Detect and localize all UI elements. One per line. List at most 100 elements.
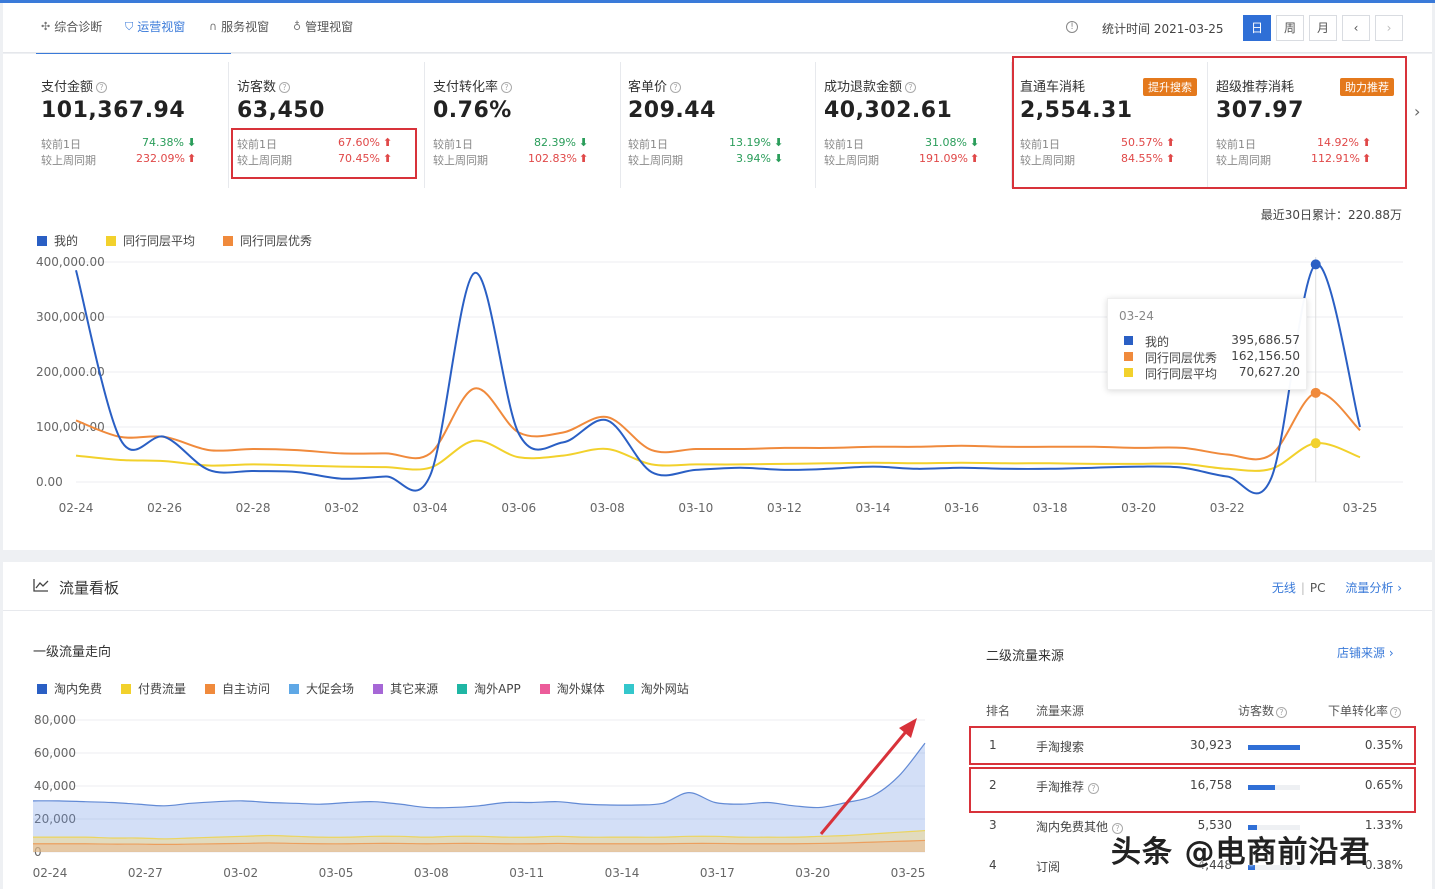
highlight-row-recommend (969, 767, 1416, 813)
info-icon[interactable]: ! (1066, 21, 1078, 33)
x-tick-label: 03-20 (795, 866, 830, 880)
x-tick-label: 03-17 (700, 866, 735, 880)
wireless-link[interactable]: 无线 (1272, 581, 1296, 595)
row-source-label: 淘内免费其他 (1036, 820, 1109, 834)
x-tick-label: 03-16 (944, 501, 979, 515)
x-tick-label: 02-24 (59, 501, 94, 515)
tooltip-series-value: 162,156.50 (1231, 349, 1300, 363)
x-tick-label: 02-24 (33, 866, 68, 880)
row-conversion: 0.38% (1364, 858, 1403, 872)
tooltip-series-value: 395,686.57 (1231, 333, 1300, 347)
x-tick-label: 03-06 (501, 501, 536, 515)
x-tick-label: 03-12 (767, 501, 802, 515)
col-visitors-label: 访客数 (1238, 704, 1275, 718)
shield-icon: ⛉ (125, 19, 134, 33)
tooltip-swatch (1124, 368, 1133, 377)
prev-date-button[interactable]: ‹ (1342, 15, 1370, 41)
y-tick-label: 400,000.00 (36, 255, 105, 269)
period-week-button[interactable]: 周 (1276, 15, 1304, 41)
help-icon[interactable]: ? (1276, 707, 1288, 718)
series-line[interactable] (75, 387, 1361, 461)
traffic-panel: 流量看板 无线 | PC 流量分析 › 一级流量走向 淘内免费 付费流量 自主访问 大促会… (3, 562, 1432, 889)
row-source: 订阅 (1036, 858, 1060, 875)
shop-source-link[interactable]: 店铺来源 › (1337, 644, 1394, 661)
col-source: 流量来源 (1036, 704, 1085, 718)
x-tick-label: 03-11 (509, 866, 544, 880)
x-tick-label: 03-18 (1033, 501, 1068, 515)
x-tick-label: 03-08 (590, 501, 625, 515)
row-source-label: 订阅 (1036, 860, 1061, 874)
traffic-links: 无线 | PC 流量分析 › (1272, 579, 1402, 596)
x-tick-label: 03-14 (605, 866, 640, 880)
row-rank: 4 (989, 858, 997, 872)
next-date-button[interactable]: › (1375, 15, 1403, 41)
x-tick-label: 03-08 (414, 866, 449, 880)
annotation-arrow-icon (819, 718, 917, 835)
tooltip-row: 同行同层优秀 162,156.50 (1124, 349, 1300, 365)
watermark: 头条 @电商前沿君 (1111, 835, 1371, 870)
hover-point (1310, 438, 1321, 449)
tab-service[interactable]: ∩ 服务视窗 (209, 18, 269, 35)
y-tick-label: 200,000.00 (36, 365, 105, 379)
tooltip-series-name: 我的 (1145, 335, 1170, 349)
x-tick-label: 03-02 (223, 866, 258, 880)
x-tick-label: 03-02 (324, 501, 359, 515)
series-area[interactable] (33, 743, 925, 852)
headset-icon: ∩ (209, 20, 218, 33)
help-icon[interactable]: ? (1390, 707, 1402, 718)
diagnosis-icon: ✣ (41, 20, 51, 33)
tab-diagnosis-label: 综合诊断 (54, 20, 103, 34)
traffic-area-chart: 80,00060,00040,00020,000002-2402-2703-02… (33, 713, 926, 880)
tab-operations[interactable]: ⛉ 运营视窗 (125, 18, 185, 35)
tooltip-series-name: 同行同层优秀 (1145, 351, 1218, 365)
kpi-panel: 支付金额? 101,367.94 较前1日 74.38% ⬇ 较上周同期 232.09% ⬆ 访… (3, 54, 1432, 550)
row-source: 淘内免费其他? (1036, 818, 1124, 835)
x-tick-label: 02-27 (128, 866, 163, 880)
main-line-chart: 400,000.00 300,000.00 200,000.00 100,000.00… (36, 255, 1403, 515)
highlight-row-search (969, 726, 1416, 765)
hover-point (1310, 387, 1321, 398)
tab-operations-label: 运营视窗 (137, 20, 186, 34)
y-tick-label: 40,000 (34, 779, 76, 793)
y-tick-label: 80,000 (34, 713, 76, 727)
x-tick-label: 03-22 (1210, 501, 1245, 515)
pc-link[interactable]: PC (1310, 581, 1326, 595)
x-tick-label: 03-10 (678, 501, 713, 515)
period-month-button[interactable]: 月 (1309, 15, 1337, 41)
x-tick-label: 03-20 (1121, 501, 1156, 515)
x-tick-label: 03-04 (413, 501, 448, 515)
y-tick-label: 0.00 (36, 475, 63, 489)
tooltip-series-value: 70,627.20 (1238, 365, 1300, 379)
tooltip-row: 同行同层平均 70,627.20 (1124, 365, 1300, 381)
traffic-analysis-link[interactable]: 流量分析 › (1345, 581, 1402, 595)
top-nav: ✣ 综合诊断 ⛉ 运营视窗 ∩ 服务视窗 ♁ 管理视窗 ! 统计时间 2021-… (3, 3, 1432, 57)
row-rank: 3 (989, 818, 997, 832)
tab-diagnosis[interactable]: ✣ 综合诊断 (41, 18, 102, 35)
col-conversion: 下单转化率? (1328, 702, 1402, 719)
stat-time: 统计时间 2021-03-25 (1102, 22, 1224, 36)
x-tick-label: 03-14 (856, 501, 891, 515)
tooltip-swatch (1124, 352, 1133, 361)
chart-tooltip: 03-24 我的 395,686.57 同行同层优秀 162,156.50 同行… (1107, 298, 1307, 390)
level2-traffic-title: 二级流量来源 (986, 649, 1065, 664)
y-tick-label: 60,000 (34, 746, 76, 760)
hover-point (1310, 259, 1321, 270)
x-tick-label: 02-28 (236, 501, 271, 515)
divider: | (1300, 581, 1305, 595)
x-tick-label: 03-25 (891, 866, 926, 880)
tooltip-series-name: 同行同层平均 (1145, 367, 1218, 381)
tooltip-row: 我的 395,686.57 (1124, 333, 1300, 349)
tab-management[interactable]: ♁ 管理视窗 (293, 18, 353, 35)
period-day-button[interactable]: 日 (1243, 15, 1271, 41)
y-tick-label: 100,000.00 (36, 420, 105, 434)
tooltip-swatch (1124, 336, 1133, 345)
x-tick-label: 02-26 (147, 501, 182, 515)
row-conversion: 1.33% (1364, 818, 1403, 832)
tab-management-label: 管理视窗 (305, 20, 354, 34)
col-rank: 排名 (986, 704, 1011, 718)
tooltip-date: 03-24 (1119, 309, 1154, 323)
x-tick-label: 03-05 (319, 866, 354, 880)
col-visitors: 访客数? (1238, 702, 1288, 719)
col-conversion-label: 下单转化率 (1328, 704, 1389, 718)
tab-service-label: 服务视窗 (221, 20, 270, 34)
